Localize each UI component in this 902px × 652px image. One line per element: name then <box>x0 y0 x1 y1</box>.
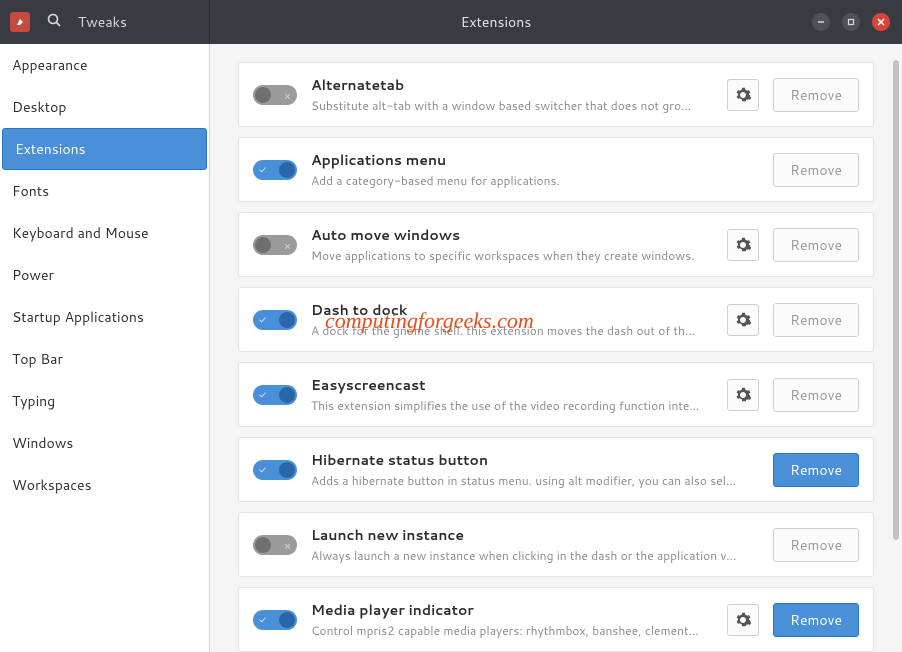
sidebar-item-label: Fonts <box>12 181 49 201</box>
sidebar-item-fonts[interactable]: Fonts <box>0 170 209 212</box>
gear-icon[interactable] <box>727 229 759 261</box>
sidebar-item-label: Startup Applications <box>12 307 144 327</box>
sidebar-item-label: Desktop <box>12 97 66 117</box>
gear-icon[interactable] <box>727 604 759 636</box>
sidebar-item-power[interactable]: Power <box>0 254 209 296</box>
sidebar-item-label: Power <box>12 265 54 285</box>
app-name: Tweaks <box>78 12 127 32</box>
sidebar-item-extensions[interactable]: Extensions <box>2 128 207 170</box>
maximize-button[interactable] <box>842 13 860 31</box>
sidebar-item-label: Windows <box>12 433 73 453</box>
extension-title: Easyscreencast <box>311 375 713 395</box>
sidebar-item-label: Keyboard and Mouse <box>12 223 149 243</box>
extension-title: Auto move windows <box>311 225 713 245</box>
remove-button[interactable]: Remove <box>773 78 859 112</box>
gear-icon[interactable] <box>727 379 759 411</box>
remove-button[interactable]: Remove <box>773 303 859 337</box>
sidebar-item-label: Typing <box>12 391 55 411</box>
sidebar-item-desktop[interactable]: Desktop <box>0 86 209 128</box>
gear-icon[interactable] <box>727 304 759 336</box>
sidebar-item-keyboard-and-mouse[interactable]: Keyboard and Mouse <box>0 212 209 254</box>
app-icon <box>10 12 30 32</box>
extension-row: ✓ Media player indicator Control mpris2 ca… <box>238 587 874 652</box>
search-icon[interactable] <box>46 11 62 34</box>
extension-toggle[interactable]: × <box>253 535 297 555</box>
extension-row: × Alternatetab Substitute alt-tab with a w… <box>238 62 874 127</box>
extension-description: Add a category-based menu for applicatio… <box>311 172 759 189</box>
extension-title: Dash to dock <box>311 300 713 320</box>
remove-button[interactable]: Remove <box>773 528 859 562</box>
extension-toggle[interactable]: × <box>253 85 297 105</box>
extension-title: Launch new instance <box>311 525 759 545</box>
remove-button[interactable]: Remove <box>773 153 859 187</box>
extension-toggle[interactable]: × <box>253 235 297 255</box>
extension-description: Move applications to specific workspaces… <box>311 247 713 264</box>
remove-button[interactable]: Remove <box>773 228 859 262</box>
sidebar-item-startup-applications[interactable]: Startup Applications <box>0 296 209 338</box>
sidebar-item-typing[interactable]: Typing <box>0 380 209 422</box>
remove-button[interactable]: Remove <box>773 603 859 637</box>
extension-row: ✓ Dash to dock A dock for the gnome shell.… <box>238 287 874 352</box>
sidebar-item-windows[interactable]: Windows <box>0 422 209 464</box>
extension-row: × Launch new instance Always launch a new … <box>238 512 874 577</box>
extension-toggle[interactable]: ✓ <box>253 310 297 330</box>
extension-toggle[interactable]: ✓ <box>253 385 297 405</box>
sidebar-item-label: Workspaces <box>12 475 92 495</box>
extension-title: Hibernate status button <box>311 450 759 470</box>
extension-title: Applications menu <box>311 150 759 170</box>
remove-button[interactable]: Remove <box>773 453 859 487</box>
gear-icon[interactable] <box>727 79 759 111</box>
extension-row: ✓ Easyscreencast This extension simplifies… <box>238 362 874 427</box>
window-title: Extensions <box>210 12 782 32</box>
sidebar-item-top-bar[interactable]: Top Bar <box>0 338 209 380</box>
extension-description: Control mpris2 capable media players: rh… <box>311 622 713 639</box>
extension-row: × Auto move windows Move applications to s… <box>238 212 874 277</box>
sidebar-item-workspaces[interactable]: Workspaces <box>0 464 209 506</box>
extension-row: ✓ Hibernate status button Adds a hibernate… <box>238 437 874 502</box>
minimize-button[interactable] <box>812 13 830 31</box>
extension-title: Media player indicator <box>311 600 713 620</box>
extension-description: A dock for the gnome shell. this extensi… <box>311 322 713 339</box>
sidebar-item-appearance[interactable]: Appearance <box>0 44 209 86</box>
sidebar-item-label: Extensions <box>15 139 86 159</box>
remove-button[interactable]: Remove <box>773 378 859 412</box>
extension-toggle[interactable]: ✓ <box>253 610 297 630</box>
extension-toggle[interactable]: ✓ <box>253 160 297 180</box>
extension-toggle[interactable]: ✓ <box>253 460 297 480</box>
close-button[interactable] <box>872 13 890 31</box>
sidebar-item-label: Appearance <box>12 55 88 75</box>
extension-title: Alternatetab <box>311 75 713 95</box>
extension-description: Always launch a new instance when clicki… <box>311 547 759 564</box>
extension-description: Adds a hibernate button in status menu. … <box>311 472 759 489</box>
extension-row: ✓ Applications menu Add a category-based m… <box>238 137 874 202</box>
scrollbar[interactable] <box>893 60 899 540</box>
extension-description: Substitute alt-tab with a window based s… <box>311 97 713 114</box>
extension-description: This extension simplifies the use of the… <box>311 397 713 414</box>
sidebar-item-label: Top Bar <box>12 349 63 369</box>
